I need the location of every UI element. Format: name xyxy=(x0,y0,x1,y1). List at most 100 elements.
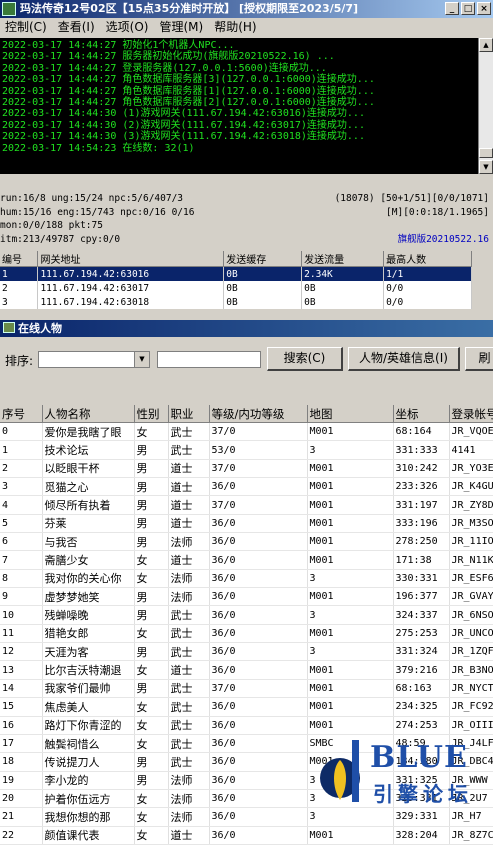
col-header-address[interactable]: 网关地址 xyxy=(37,251,225,267)
player-cell: 男 xyxy=(134,477,169,497)
player-cell: 16 xyxy=(0,716,43,735)
minimize-button[interactable]: _ xyxy=(445,2,459,15)
player-cell: 法师 xyxy=(168,587,210,607)
col-header-map[interactable]: 地图 xyxy=(307,405,394,423)
scroll-up-icon[interactable]: ▲ xyxy=(479,38,493,52)
menu-manage[interactable]: 管理(M) xyxy=(154,18,209,37)
player-row[interactable]: 12 天涯为客男武士 36/0 3 331:324 JR_1ZQF xyxy=(0,642,493,662)
player-cell: 与我否 xyxy=(42,532,135,552)
player-cell: 12 xyxy=(0,642,43,662)
player-row[interactable]: 0 爱你是我瞎了眼女武士 37/0 M001 68:164 JR_VQOE xyxy=(0,422,493,442)
window-icon xyxy=(3,322,15,333)
menu-help[interactable]: 帮助(H) xyxy=(209,18,262,37)
gateway-row[interactable]: 3 111.67.194.42:63018 0B 0B 0/0 xyxy=(0,295,472,309)
player-cell: M001 xyxy=(307,826,394,845)
player-cell: 男 xyxy=(134,514,169,534)
server-stats: run:16/8 ung:15/24 npc:5/6/407/3 (18078) … xyxy=(0,192,493,248)
player-row[interactable]: 8 我对你的关心你女法师 36/0 3 330:331 JR_ESF6 xyxy=(0,569,493,589)
player-cell: 36/0 xyxy=(209,826,308,845)
col-header-id[interactable]: 编号 xyxy=(0,251,39,267)
chevron-down-icon[interactable]: ▼ xyxy=(134,352,149,367)
watermark-text: BLUE xyxy=(370,740,468,775)
player-row[interactable]: 5 芬莱男道士 36/0 M001 333:196 JR_M3SO xyxy=(0,514,493,534)
player-row[interactable]: 1 技术论坛男武士 53/0 3 331:333 4141 xyxy=(0,440,493,460)
player-row[interactable]: 2 以眨眼干杯男道士 37/0 M001 310:242 JR_YO3E xyxy=(0,459,493,479)
player-cell: 倾尽所有执着 xyxy=(42,495,135,515)
col-header-coords[interactable]: 坐标 xyxy=(393,405,450,423)
player-cell: 3 xyxy=(307,807,394,827)
player-cell: 爱你是我瞎了眼 xyxy=(42,422,135,442)
player-row[interactable]: 14 我家爷们最帅男武士 37/0 M001 68:163 JR_NYCT xyxy=(0,679,493,699)
player-row[interactable]: 9 虚梦梦她笑男法师 36/0 M001 196:377 JR_GVAY xyxy=(0,587,493,607)
player-cell: M001 xyxy=(307,716,394,735)
scroll-thumb[interactable] xyxy=(479,148,493,158)
watermark-subtext: 引擎论坛 xyxy=(373,782,473,806)
gateway-row[interactable]: 1 111.67.194.42:63016 0B 2.34K 1/1 xyxy=(0,266,472,281)
player-cell: 武士 xyxy=(168,642,210,662)
col-header-send-traffic[interactable]: 发送流量 xyxy=(301,251,385,267)
maximize-button[interactable]: □ xyxy=(461,2,475,15)
version-label: 旗舰版20210522.16 xyxy=(397,233,489,245)
log-line: 2022-03-17 14:44:30 (2)游戏网关(111.67.194.4… xyxy=(2,119,365,131)
refresh-button[interactable]: 刷 xyxy=(465,347,493,371)
close-button[interactable]: × xyxy=(477,2,491,15)
player-row[interactable]: 4 倾尽所有执着男道士 37/0 M001 331:197 JR_ZY8D xyxy=(0,495,493,515)
gateway-row[interactable]: 2 111.67.194.42:63017 0B 0B 0/0 xyxy=(0,281,472,295)
player-cell: 男 xyxy=(134,752,169,772)
menu-bar: 控制(C) 查看(I) 选项(O) 管理(M) 帮助(H) xyxy=(0,18,493,37)
player-cell: 36/0 xyxy=(209,569,308,589)
col-header-account[interactable]: 登录帐号 xyxy=(449,405,493,423)
player-cell: 13 xyxy=(0,660,43,680)
col-header-gender[interactable]: 性别 xyxy=(134,405,169,423)
player-cell: 男 xyxy=(134,642,169,662)
player-cell: M001 xyxy=(307,477,394,497)
player-row[interactable]: 16 路灯下你青涩的女武士 36/0 M001 274:253 JR_OIII xyxy=(0,716,493,735)
player-cell: 36/0 xyxy=(209,605,308,625)
player-row[interactable]: 13 比尔吉沃特潮退女道士 36/0 M001 379:216 JR_B3NO xyxy=(0,660,493,680)
sort-select[interactable]: ▼ xyxy=(38,351,150,368)
search-button[interactable]: 搜索(C) xyxy=(267,347,343,371)
player-cell: 53/0 xyxy=(209,440,308,460)
player-cell: 1 xyxy=(0,440,43,460)
player-info-button[interactable]: 人物/英雄信息(I) xyxy=(348,347,460,371)
player-cell: 女 xyxy=(134,569,169,589)
scroll-down-icon[interactable]: ▼ xyxy=(479,160,493,174)
player-cell: 36/0 xyxy=(209,532,308,552)
menu-options[interactable]: 选项(O) xyxy=(101,18,155,37)
player-row[interactable]: 6 与我否男法师 36/0 M001 278:250 JR_11IO xyxy=(0,532,493,552)
player-cell: M001 xyxy=(307,422,394,442)
col-header-index[interactable]: 序号 xyxy=(0,405,43,423)
player-cell: 36/0 xyxy=(209,697,308,717)
watermark: BLUE 引擎论坛 xyxy=(318,738,493,810)
player-cell: 18 xyxy=(0,752,43,772)
player-cell: 道士 xyxy=(168,495,210,515)
col-header-name[interactable]: 人物名称 xyxy=(42,405,135,423)
player-row[interactable]: 21 我想你想的那女法师 36/0 3 329:331 JR_H7 xyxy=(0,807,493,827)
col-header-send-buffer[interactable]: 发送缓存 xyxy=(223,251,303,267)
search-input[interactable] xyxy=(157,351,261,368)
player-cell: 武士 xyxy=(168,752,210,772)
player-cell: M001 xyxy=(307,459,394,479)
app-icon xyxy=(2,2,16,16)
title-bar: 玛法传奇12号02区【15点35分准时开放】 [授权期限至2023/5/7] _… xyxy=(0,0,493,18)
log-line: 2022-03-17 14:54:23 在线数: 32(1) xyxy=(2,142,195,154)
col-header-class[interactable]: 职业 xyxy=(168,405,210,423)
player-cell: 328:204 xyxy=(393,826,450,845)
player-cell: 9 xyxy=(0,587,43,607)
player-cell: 女 xyxy=(134,697,169,717)
player-row[interactable]: 10 残蝉噪晚男武士 36/0 3 324:337 JR_6NSO xyxy=(0,605,493,625)
player-row[interactable]: 22 颜值课代表女道士 36/0 M001 328:204 JR_8Z7C xyxy=(0,826,493,845)
menu-view[interactable]: 查看(I) xyxy=(53,18,101,37)
log-scrollbar[interactable]: ▲ ▼ xyxy=(478,38,493,174)
menu-control[interactable]: 控制(C) xyxy=(0,18,53,37)
player-row[interactable]: 11 猎艳女郎女武士 36/0 M001 275:253 JR_UNCO xyxy=(0,624,493,644)
stats-run: run:16/8 ung:15/24 npc:5/6/407/3 xyxy=(0,193,184,204)
col-header-max-online[interactable]: 最高人数 xyxy=(383,251,472,267)
player-row[interactable]: 3 觅猫之心男道士 36/0 M001 233:326 JR_K4GU xyxy=(0,477,493,497)
online-panel-title: 在线人物 xyxy=(18,322,62,335)
player-cell: 颜值课代表 xyxy=(42,826,135,845)
player-row[interactable]: 15 焦虑美人女武士 36/0 M001 234:325 JR_FC92 xyxy=(0,697,493,717)
col-header-level[interactable]: 等级/内功等级 xyxy=(209,405,308,423)
player-row[interactable]: 7 斋膳少女女道士 36/0 M001 171:38 JR_N11K xyxy=(0,550,493,570)
player-cell: 传说提刀人 xyxy=(42,752,135,772)
